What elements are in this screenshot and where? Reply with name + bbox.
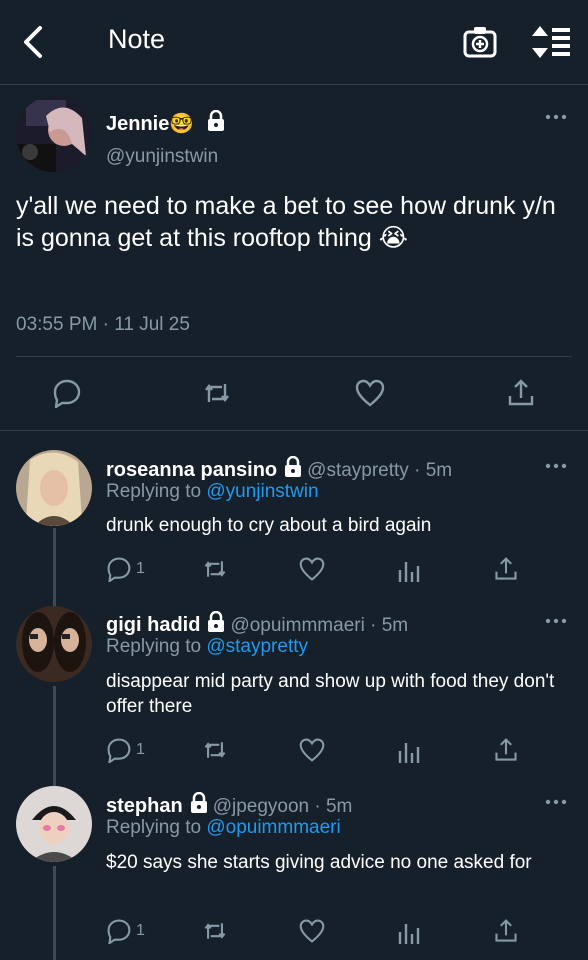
replying-to-link[interactable]: @opuimmmaeri [206,817,340,838]
reply-text: disappear mid party and show up with foo… [106,671,555,717]
reply-handle: @opuimmmaeri · 5m [230,615,409,636]
reply-handle: @jpegyoon · 5m [212,796,353,817]
actions-divider [0,430,588,431]
retweet-icon[interactable] [202,378,232,408]
reply-icon [107,919,131,944]
top-bar: Note [0,0,588,84]
avatar[interactable] [16,96,92,172]
tweet-text: y'all we need to make a bet to see how d… [16,192,556,252]
replying-label: Replying to [106,481,202,502]
reply-text: $20 says she starts giving advice no one… [106,852,532,873]
replying-label: Replying to [106,636,202,657]
tweet-timestamp: 03:55 PM · 11 Jul 25 [16,314,190,335]
reply-count: 1 [136,922,145,939]
page-title: Note [108,24,166,54]
reply-author-name: gigi hadid [106,614,201,636]
retweet-icon[interactable] [202,556,228,582]
nerd-emoji: 🤓 [169,113,195,135]
author-name[interactable]: Jennie🤓 [106,110,226,136]
analytics-icon[interactable] [397,737,421,763]
reply-action[interactable]: 1 [106,737,145,763]
retweet-icon[interactable] [202,737,228,763]
replying-to-link[interactable]: @staypretty [206,636,308,657]
avatar[interactable] [16,606,92,682]
reply-author[interactable]: gigi hadid @opuimmmaeri · 5m [106,611,408,637]
author-handle[interactable]: @yunjinstwin [106,146,218,168]
heart-icon[interactable] [299,737,325,763]
reply-author[interactable]: stephan @jpegyoon · 5m [106,792,352,818]
replying-to: Replying to @staypretty [106,636,308,658]
header-divider [0,84,588,85]
thread-line [53,866,56,960]
more-options-icon[interactable] [544,110,568,124]
replying-to-link[interactable]: @yunjinstwin [206,481,318,502]
reply-action[interactable]: 1 [106,556,145,582]
share-icon[interactable] [493,556,519,582]
share-icon[interactable] [493,737,519,763]
thread-line [53,528,56,608]
avatar[interactable] [16,786,92,862]
reply-icon[interactable] [52,378,82,408]
author-name-text: Jennie [106,113,170,135]
back-arrow-icon[interactable] [18,24,50,60]
retweet-icon[interactable] [202,918,228,944]
more-options-icon[interactable] [544,614,568,628]
analytics-icon[interactable] [397,556,421,582]
share-icon[interactable] [493,918,519,944]
more-options-icon[interactable] [544,459,568,473]
replying-label: Replying to [106,817,202,838]
reply-author[interactable]: roseanna pansino @staypretty · 5m [106,456,452,482]
replying-to: Replying to @opuimmmaeri [106,817,341,839]
avatar[interactable] [16,450,92,526]
reply-author-name: stephan [106,795,183,817]
more-options-icon[interactable] [544,795,568,809]
reply-count: 1 [136,560,145,577]
lock-icon [285,456,302,477]
reply-text: drunk enough to cry about a bird again [106,515,432,536]
reply-count: 1 [136,741,145,758]
lock-icon [207,110,224,131]
heart-icon[interactable] [355,378,385,408]
replying-to: Replying to @yunjinstwin [106,481,319,503]
reply-author-name: roseanna pansino [106,459,278,481]
tweet-divider [16,356,572,357]
sort-icon[interactable] [530,24,572,60]
share-icon[interactable] [506,378,536,408]
reply-action[interactable]: 1 [106,918,145,944]
thread-line [53,686,56,786]
lock-icon [190,792,207,813]
lock-icon [208,611,225,632]
analytics-icon[interactable] [397,918,421,944]
heart-icon[interactable] [299,556,325,582]
camera-plus-icon[interactable] [462,24,498,60]
reply-icon [107,557,131,582]
heart-icon[interactable] [299,918,325,944]
reply-icon [107,738,131,763]
reply-handle: @staypretty · 5m [307,460,453,481]
